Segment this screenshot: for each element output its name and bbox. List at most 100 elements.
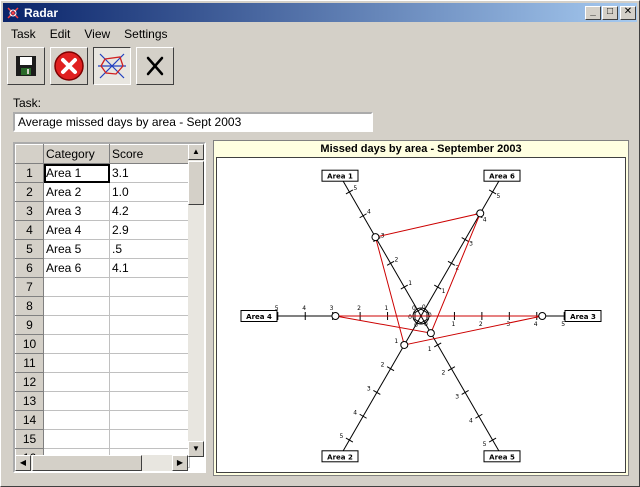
chart-panel: Missed days by area - September 2003 0 1 2… — [213, 140, 629, 476]
table-row[interactable]: 5 Area 5.5 — [15, 239, 190, 259]
stop-button[interactable] — [50, 47, 88, 85]
menu-task[interactable]: Task — [3, 27, 42, 41]
cell-score[interactable] — [109, 372, 190, 392]
clear-button[interactable] — [136, 47, 174, 85]
table-row[interactable]: 14 — [15, 410, 190, 430]
cell-score[interactable]: .5 — [109, 239, 190, 259]
cell-score[interactable] — [109, 315, 190, 335]
axis-tick — [488, 437, 497, 443]
cell-category[interactable]: Area 6 — [43, 258, 110, 278]
cell-score[interactable]: 2.9 — [109, 220, 190, 240]
table-row[interactable]: 3 Area 3 4.2 — [15, 201, 190, 221]
radar-axis — [342, 315, 422, 452]
cell-score[interactable] — [109, 277, 190, 297]
row-number[interactable]: 7 — [15, 277, 44, 297]
row-number[interactable]: 15 — [15, 429, 44, 449]
horizontal-scrollbar[interactable]: ◀ ▶ — [15, 455, 188, 471]
cell-category[interactable]: Area 1 — [43, 163, 110, 183]
cell-score[interactable] — [109, 334, 190, 354]
cell-category[interactable] — [43, 429, 110, 449]
scroll-right-button[interactable]: ▶ — [172, 455, 188, 471]
cell-category[interactable] — [43, 315, 110, 335]
axis-tick — [400, 284, 408, 290]
data-point — [426, 329, 435, 338]
radar-chart-button[interactable] — [93, 47, 131, 85]
menu-settings[interactable]: Settings — [116, 27, 173, 41]
row-number[interactable]: 11 — [15, 353, 44, 373]
tick-label: 2 — [442, 370, 446, 377]
cell-score[interactable]: 1.0 — [109, 182, 190, 202]
table-row[interactable]: 12 — [15, 372, 190, 392]
chart-title: Missed days by area - September 2003 — [320, 143, 522, 155]
save-button[interactable] — [7, 47, 45, 85]
task-input[interactable] — [13, 112, 373, 132]
scroll-down-button[interactable]: ▼ — [188, 441, 204, 457]
table-row[interactable]: 7 — [15, 277, 190, 297]
cell-category[interactable] — [43, 334, 110, 354]
data-point — [331, 312, 340, 320]
col-header-category[interactable]: Category — [43, 144, 110, 164]
tick-label: 4 — [469, 417, 473, 424]
menu-view[interactable]: View — [76, 27, 116, 41]
cell-category[interactable]: Area 2 — [43, 182, 110, 202]
cell-score[interactable]: 3.1 — [109, 163, 190, 183]
cell-category[interactable]: Area 5 — [43, 239, 110, 259]
row-number[interactable]: 4 — [15, 220, 44, 240]
cell-category[interactable] — [43, 296, 110, 316]
table-row[interactable]: 13 — [15, 391, 190, 411]
cell-score[interactable] — [109, 429, 190, 449]
cell-category[interactable] — [43, 353, 110, 373]
row-number[interactable]: 9 — [15, 315, 44, 335]
radar-chart-icon — [98, 53, 126, 79]
cell-score[interactable]: 4.1 — [109, 258, 190, 278]
maximize-button[interactable]: □ — [602, 6, 618, 20]
cell-score[interactable] — [109, 296, 190, 316]
cell-category[interactable] — [43, 391, 110, 411]
cell-category[interactable] — [43, 277, 110, 297]
row-number[interactable]: 5 — [15, 239, 44, 259]
table-row[interactable]: 1 Area 1 3.1 — [15, 163, 190, 183]
row-number[interactable]: 1 — [15, 163, 44, 183]
cell-category[interactable]: Area 4 — [43, 220, 110, 240]
col-header-score[interactable]: Score — [109, 144, 190, 164]
row-number[interactable]: 12 — [15, 372, 44, 392]
cell-score[interactable]: 4.2 — [109, 201, 190, 221]
scroll-left-button[interactable]: ◀ — [15, 455, 31, 471]
title-bar[interactable]: Radar _ □ ✕ — [3, 3, 637, 22]
scroll-up-button[interactable]: ▲ — [188, 144, 204, 160]
radar-axis — [342, 180, 422, 317]
axis-tick — [475, 413, 483, 419]
row-number[interactable]: 10 — [15, 334, 44, 354]
table-row[interactable]: 2 Area 2 1.0 — [15, 182, 190, 202]
table-row[interactable]: 11 — [15, 353, 190, 373]
cell-score[interactable] — [109, 391, 190, 411]
axis-tick — [434, 342, 442, 348]
row-number[interactable]: 2 — [15, 182, 44, 202]
scroll-thumb-horizontal[interactable] — [32, 455, 142, 471]
axis-tick — [345, 189, 354, 195]
table-row[interactable]: 8 — [15, 296, 190, 316]
axis-tick — [359, 413, 367, 419]
row-number[interactable]: 13 — [15, 391, 44, 411]
table-row[interactable]: 15 — [15, 429, 190, 449]
cell-category[interactable]: Area 3 — [43, 201, 110, 221]
table-row[interactable]: 6 Area 6 4.1 — [15, 258, 190, 278]
menu-edit[interactable]: Edit — [42, 27, 77, 41]
cell-category[interactable] — [43, 372, 110, 392]
row-number[interactable]: 14 — [15, 410, 44, 430]
tick-label: 1 — [385, 305, 389, 312]
minimize-button[interactable]: _ — [585, 6, 601, 20]
vertical-scrollbar[interactable]: ▲ ▼ — [188, 144, 204, 457]
cell-category[interactable] — [43, 410, 110, 430]
scroll-thumb-vertical[interactable] — [188, 161, 204, 205]
cell-score[interactable] — [109, 410, 190, 430]
row-number[interactable]: 8 — [15, 296, 44, 316]
cell-score[interactable] — [109, 353, 190, 373]
table-row[interactable]: 10 — [15, 334, 190, 354]
row-number[interactable]: 3 — [15, 201, 44, 221]
table-row[interactable]: 9 — [15, 315, 190, 335]
row-number[interactable]: 6 — [15, 258, 44, 278]
table-row[interactable]: 4 Area 4 2.9 — [15, 220, 190, 240]
close-button[interactable]: ✕ — [620, 6, 636, 20]
grid-table: Category Score 1 Area 1 3.1 2 Area 2 1.0 3 Area… — [15, 144, 190, 468]
